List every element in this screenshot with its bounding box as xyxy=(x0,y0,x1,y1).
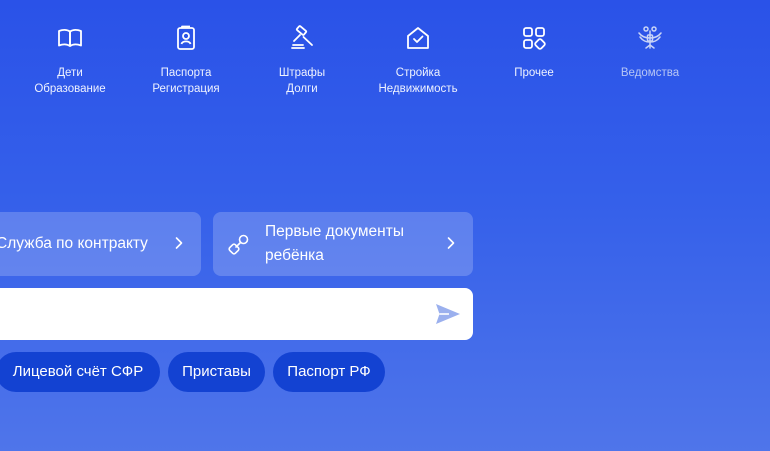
chevron-right-icon xyxy=(175,236,183,250)
category-agencies[interactable]: Ведомства xyxy=(595,24,705,81)
card-title: Служба по контракту xyxy=(0,235,148,252)
category-label-line1: Штрафы xyxy=(278,67,326,79)
category-label-line2: Регистрация xyxy=(152,83,220,95)
gavel-icon xyxy=(288,24,316,52)
category-label-line2: Долги xyxy=(286,83,318,95)
chevron-right-icon xyxy=(447,236,455,250)
category-label-line2: Образование xyxy=(34,83,106,95)
category-construction-realty[interactable]: Стройка Недвижимость xyxy=(363,24,473,97)
eagle-emblem-icon xyxy=(636,24,664,52)
search-input[interactable] xyxy=(8,298,412,332)
category-label-line1: Стройка xyxy=(395,67,441,79)
passport-icon xyxy=(172,24,200,52)
card-child-first-documents[interactable]: Первые документы ребёнка xyxy=(213,212,473,276)
house-check-icon xyxy=(404,24,432,52)
grid-icon xyxy=(520,24,548,52)
category-passports-registration[interactable]: Паспорта Регистрация xyxy=(131,24,241,97)
card-title-line1: Первые документы xyxy=(265,223,404,240)
card-title-line2: ребёнка xyxy=(265,247,324,264)
open-book-icon xyxy=(56,24,84,52)
pacifier-icon xyxy=(227,232,251,256)
card-contract-service[interactable]: Служба по контракту xyxy=(0,212,201,276)
category-label-line2: Недвижимость xyxy=(378,83,458,95)
chip-passport-rf[interactable]: Паспорт РФ xyxy=(273,352,385,392)
search-bar xyxy=(0,288,473,340)
category-label: Прочее xyxy=(514,67,554,79)
category-label: Ведомства xyxy=(620,67,680,79)
category-other[interactable]: Прочее xyxy=(479,24,589,81)
category-fines-debts[interactable]: Штрафы Долги xyxy=(247,24,357,97)
category-label-line1: Дети xyxy=(57,67,83,79)
send-arrow-icon[interactable] xyxy=(435,302,461,326)
category-label-line1: Паспорта xyxy=(160,67,212,79)
chip-sfr-account[interactable]: Лицевой счёт СФР xyxy=(0,352,160,392)
chip-bailiffs[interactable]: Приставы xyxy=(168,352,265,392)
category-children-education[interactable]: Дети Образование xyxy=(15,24,125,97)
